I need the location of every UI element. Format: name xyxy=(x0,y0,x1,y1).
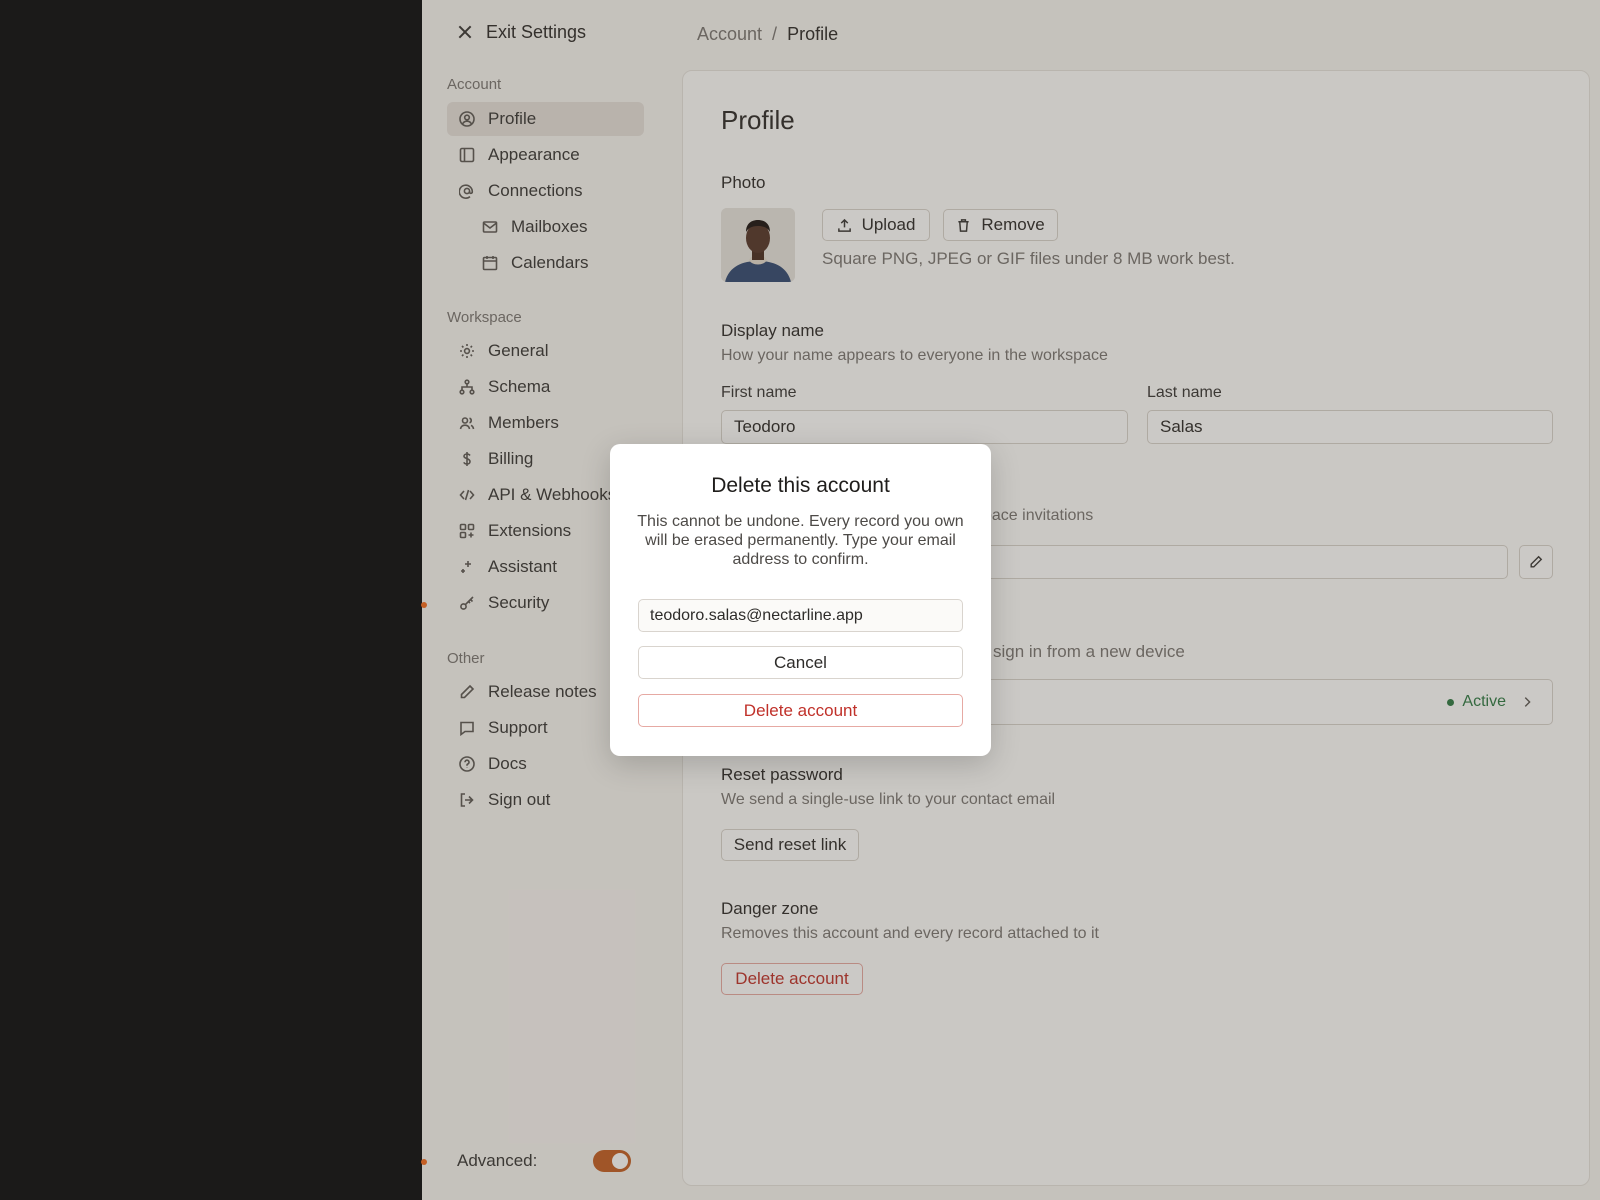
confirm-email-input[interactable]: teodoro.salas@nectarline.app xyxy=(638,599,963,632)
delete-account-dialog: Delete this account This cannot be undon… xyxy=(610,444,991,756)
dialog-description: This cannot be undone. Every record you … xyxy=(637,513,964,568)
indicator-dot xyxy=(421,1159,427,1165)
indicator-dot xyxy=(421,602,427,608)
desktop-background xyxy=(0,0,422,1200)
cancel-button[interactable]: Cancel xyxy=(638,646,963,679)
dialog-title: Delete this account xyxy=(711,474,890,497)
confirm-delete-button[interactable]: Delete account xyxy=(638,694,963,727)
modal-backdrop[interactable] xyxy=(422,0,1600,1200)
